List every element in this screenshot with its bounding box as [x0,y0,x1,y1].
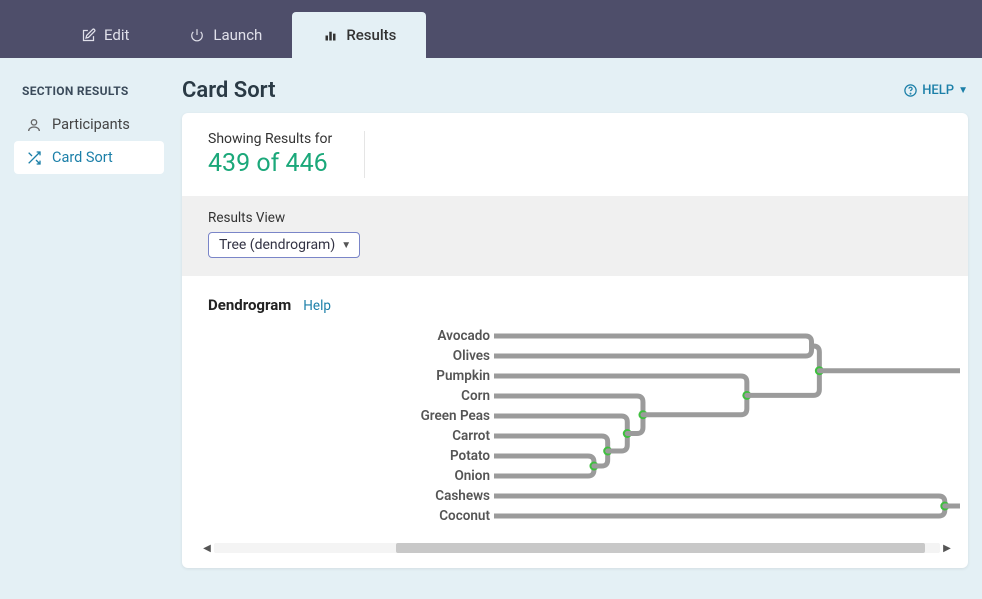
help-link[interactable]: HELP ▼ [903,83,968,98]
person-icon [26,117,42,133]
dendro-leaf-label: Pumpkin [436,368,490,384]
dendro-leaf-label: Avocado [437,328,490,344]
dendrogram-title: Dendrogram [208,296,291,314]
results-view-selected: Tree (dendrogram) [219,237,335,253]
results-view-select[interactable]: Tree (dendrogram) ▼ [208,232,360,258]
caret-down-icon: ▼ [958,85,968,96]
help-label: HELP [922,83,954,98]
dendro-leaf-label: Cashews [435,488,490,504]
sidebar-item-label: Card Sort [52,149,113,166]
results-view-label: Results View [208,210,942,226]
scroll-left-arrow[interactable]: ◀ [200,543,214,554]
dendro-leaf-label: Olives [453,348,490,364]
dendrogram-chart: Avocado Olives Pumpkin Corn Green Peas Carrot… [194,326,960,536]
dendrogram-help-link[interactable]: Help [303,298,331,314]
horizontal-scrollbar[interactable]: ◀ ▶ [200,540,954,556]
tab-launch[interactable]: Launch [159,12,292,58]
tab-launch-label: Launch [213,26,262,44]
dendro-leaf-label: Green Peas [421,408,490,424]
top-tabs: Edit Launch Results [0,0,982,58]
showing-results-block: Showing Results for 439 of 446 [208,131,365,178]
help-circle-icon [903,83,918,98]
showing-results-label: Showing Results for [208,131,332,147]
page-title: Card Sort [182,78,276,103]
scroll-thumb[interactable] [396,543,926,553]
sidebar-header: SECTION RESULTS [14,78,164,108]
results-view-bar: Results View Tree (dendrogram) ▼ [182,196,968,276]
tab-results-label: Results [346,26,396,44]
main-content: Card Sort HELP ▼ Showing Results for 439… [182,78,968,568]
dendro-leaf-label: Coconut [439,508,490,524]
caret-down-icon: ▼ [341,240,351,251]
tab-results[interactable]: Results [292,12,426,58]
sidebar-item-cardsort[interactable]: Card Sort [14,141,164,174]
shuffle-icon [26,150,42,166]
dendro-leaf-label: Carrot [452,428,490,444]
dendro-leaf-label: Corn [461,388,490,404]
showing-results-value: 439 of 446 [208,149,332,178]
tab-edit-label: Edit [104,26,129,44]
dendro-leaf-label: Onion [454,468,490,484]
sidebar-item-label: Participants [52,116,130,133]
power-icon [189,27,205,43]
sidebar: SECTION RESULTS Participants Card Sort [14,78,164,568]
scroll-track[interactable] [214,543,940,553]
bar-chart-icon [322,27,338,43]
dendro-leaf-label: Potato [450,448,490,464]
scroll-right-arrow[interactable]: ▶ [940,543,954,554]
results-card: Showing Results for 439 of 446 Results V… [182,113,968,568]
tab-edit[interactable]: Edit [50,12,159,58]
sidebar-item-participants[interactable]: Participants [14,108,164,141]
edit-icon [80,27,96,43]
